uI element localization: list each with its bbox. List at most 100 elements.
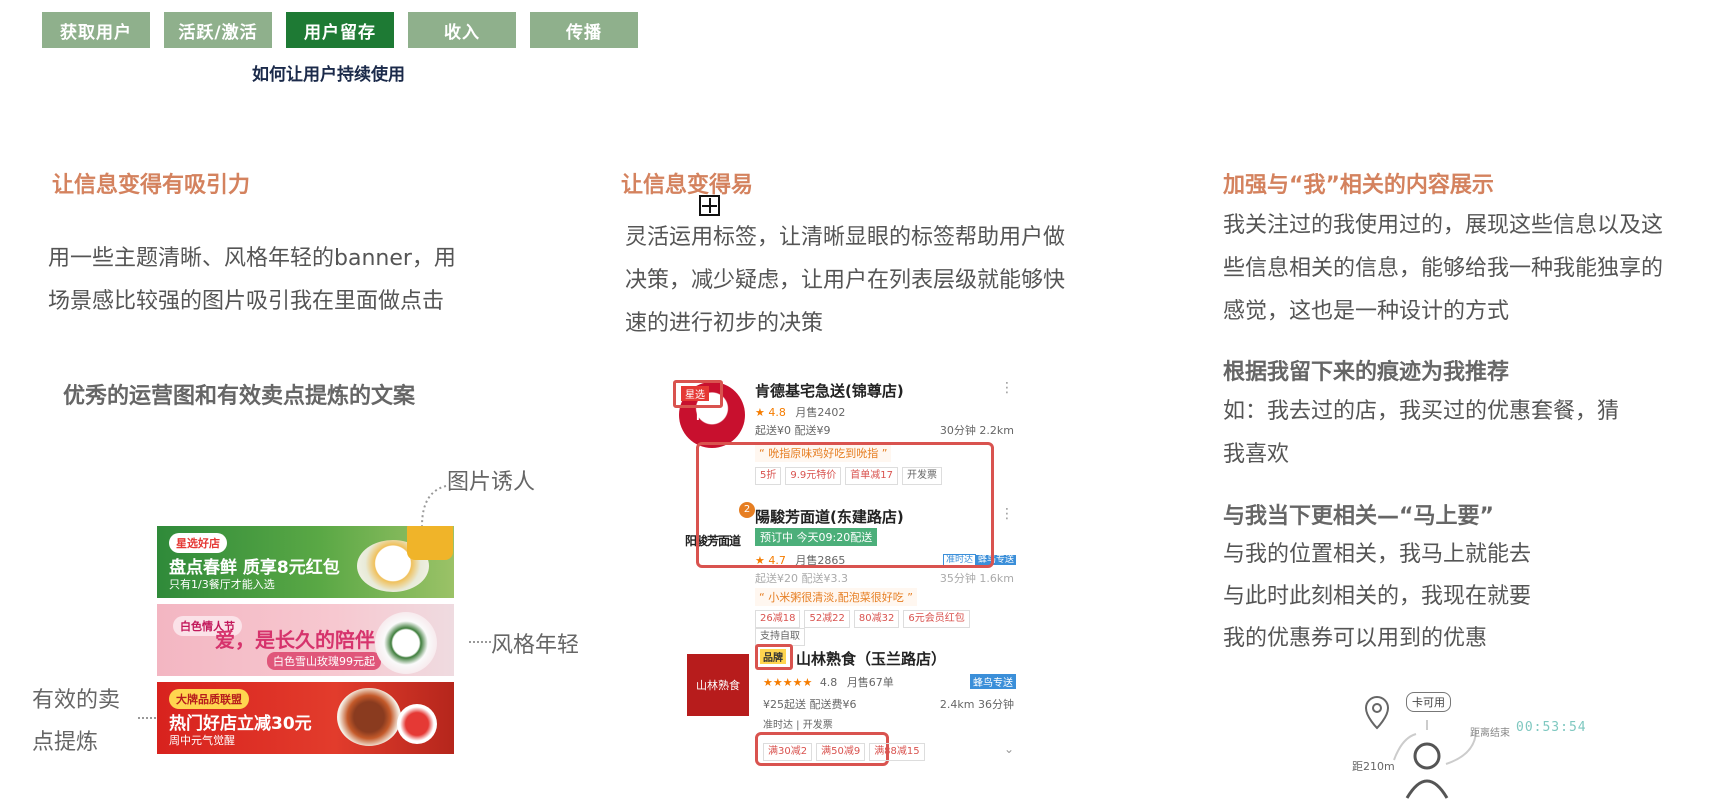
col1-paragraph: 用一些主题清晰、风格年轻的banner，用 场景感比较强的图片吸引我在里面做点击 (48, 237, 456, 323)
store-review-quote: “ 小米粥很清淡,配泡菜很好吃 ” (755, 588, 917, 606)
countdown-timer: 00:53:54 (1516, 720, 1587, 735)
col3-para-line: 我喜欢 (1223, 442, 1290, 467)
steak-image (337, 688, 401, 746)
store-list: KFC 星选 肯德基宅急送(锦尊店) ⋮ ★ 4.8 月售2402 起送¥0 配… (673, 372, 1020, 782)
tab-referral[interactable]: 传播 (530, 12, 638, 48)
promo-tag: 52减22 (804, 610, 850, 628)
highlight-box: 星选 (673, 380, 723, 408)
promo-tag: 满30减2 (763, 743, 813, 761)
store-logo-text: KFC (696, 412, 718, 423)
relevance-illustration: 卡可用 距210m 距离结束 00:53:54 (1350, 690, 1650, 800)
col3-paragraph-3: 与我的位置相关，我马上就能去 与此时此刻相关的，我现在就要 我的优惠券可以用到的… (1223, 534, 1531, 660)
more-icon[interactable]: ⋮ (1000, 506, 1014, 522)
banner-title: 热门好店立减30元 (169, 714, 312, 734)
tab-activation[interactable]: 活跃/激活 (164, 12, 272, 48)
tab-revenue[interactable]: 收入 (408, 12, 516, 48)
person-body-icon (1405, 779, 1449, 799)
more-icon[interactable]: ⋮ (1000, 380, 1014, 396)
flower-image (375, 612, 437, 674)
banner-hot-stores[interactable]: 大牌品质联盟 热门好店立减30元 周中元气觉醒 (157, 682, 454, 754)
store-monthly-sales: 月售67单 (846, 676, 894, 689)
store-time-distance: 30分钟 2.2km (939, 424, 1014, 437)
label-image-appeal: 图片诱人 (447, 470, 536, 495)
store-time-distance: 2.4km 36分钟 (939, 698, 1014, 711)
store-extra-tags: 准时达 | 开发票 (763, 720, 833, 731)
store-monthly-sales: 月售2402 (795, 406, 846, 419)
tab-subtitle: 如何让用户持续使用 (252, 65, 405, 85)
store-promo-tags: 26减18 52减22 80减32 6元会员红包支持自取 (755, 610, 1020, 646)
highlight-box: 品牌 (755, 644, 793, 670)
person-head-icon (1413, 742, 1441, 770)
label-selling-line: 有效的卖 (32, 688, 121, 713)
delivery-tag: 蜂鸟专送 (970, 674, 1016, 689)
store-badge: 星选 (681, 386, 709, 401)
col2-paragraph: 灵活运用标签，让清晰显眼的标签帮助用户做 决策，减少疑虑，让用户在列表层级就能够… (625, 216, 1065, 345)
store-rating-row: ★★★★★ 4.8 月售67单 (763, 674, 894, 690)
leader-line-image (421, 485, 447, 527)
col3-para-line: 我的优惠券可以用到的优惠 (1223, 626, 1488, 651)
col1-para-line: 用一些主题清晰、风格年轻的banner，用 (48, 246, 456, 271)
star-rating-icon: ★★★★★ (763, 676, 813, 689)
leader-line-selling (138, 717, 156, 719)
banner-subtitle: 周中元气觉醒 (169, 734, 235, 747)
label-selling-point: 有效的卖 点提炼 (32, 680, 120, 764)
funnel-tabs: 获取用户 活跃/激活 用户留存 收入 传播 (42, 12, 638, 48)
leader-line-style (469, 641, 491, 643)
tab-acquisition[interactable]: 获取用户 (42, 12, 150, 48)
col3-para-line: 与此时此刻相关的，我现在就要 (1223, 584, 1532, 609)
store-name: 肯德基宅急送(锦尊店) (755, 382, 904, 400)
col3-para-line: 感觉，这也是一种设计的方式 (1223, 299, 1510, 324)
store-item-shanlin[interactable]: 山林熟食 品牌 山林熟食（玉兰路店） ★★★★★ 4.8 月售67单 蜂鸟专送 … (675, 642, 1020, 772)
col3-subheading-1: 根据我留下来的痕迹为我推荐 (1223, 360, 1510, 385)
card-available-badge: 卡可用 (1406, 692, 1451, 712)
promo-tag: 6元会员红包 (903, 610, 970, 628)
promo-tag: 满50减9 (816, 743, 866, 761)
food-image (407, 526, 453, 560)
col3-paragraph-1: 我关注过的我使用过的，展现这些信息以及这 些信息相关的信息，能够给我一种我能独享… (1223, 204, 1663, 333)
store-time-distance: 35分钟 1.6km (939, 572, 1014, 585)
dessert-image (397, 704, 437, 744)
col1-heading: 让信息变得有吸引力 (52, 173, 251, 198)
banner-valentine[interactable]: 白色情人节 爱，是长久的陪伴 白色雪山玫瑰99元起 (157, 604, 454, 676)
tab-retention[interactable]: 用户留存 (286, 12, 394, 48)
col3-para-line: 如：我去过的店，我买过的优惠套餐，猜 (1223, 399, 1620, 424)
illustration-lines (1364, 696, 1477, 799)
store-promo-tags: 满30减2 满50减9 满88减15 (763, 743, 929, 761)
banner-subtitle: 白色雪山玫瑰99元起 (267, 652, 381, 670)
countdown-label: 距离结束 (1470, 728, 1510, 739)
col3-paragraph-2: 如：我去过的店，我买过的优惠套餐，猜 我喜欢 (1223, 390, 1619, 476)
store-min-order: 起送¥0 配送¥9 (755, 424, 831, 437)
col3-heading: 加强与“我”相关的内容展示 (1223, 173, 1494, 198)
col2-para-line: 速的进行初步的决策 (625, 311, 824, 336)
banner-badge: 星选好店 (169, 533, 227, 553)
promo-tag: 满88减15 (869, 743, 925, 761)
banner-spring-fresh[interactable]: 星选好店 盘点春鲜 质享8元红包 只有1/3餐厅才能入选 (157, 526, 454, 598)
banner-subtitle: 只有1/3餐厅才能入选 (169, 578, 275, 591)
col3-para-line: 些信息相关的信息，能够给我一种我能独享的 (1223, 256, 1664, 281)
banner-badge: 大牌品质联盟 (169, 689, 249, 709)
banner-title: 盘点春鲜 质享8元红包 (169, 558, 340, 578)
highlight-box (696, 442, 994, 568)
star-icon: ★ (755, 406, 765, 419)
crosshair-cursor-icon (699, 195, 720, 216)
col3-para-line: 我关注过的我使用过的，展现这些信息以及这 (1223, 213, 1664, 238)
col1-subheading: 优秀的运营图和有效卖点提炼的文案 (63, 384, 416, 409)
store-rating-row: ★ 4.8 月售2402 (755, 404, 845, 420)
store-name: 山林熟食（玉兰路店） (796, 650, 947, 668)
col2-para-line: 灵活运用标签，让清晰显眼的标签帮助用户做 (625, 225, 1066, 250)
location-pin-dot (1372, 703, 1382, 713)
store-min-order: 起送¥20 配送¥3.3 (755, 572, 848, 585)
col2-heading: 让信息变得易 (621, 173, 754, 198)
store-brand-badge: 品牌 (760, 649, 786, 664)
store-rating: 4.8 (819, 676, 838, 689)
col2-para-line: 决策，减少疑虑，让用户在列表层级就能够快 (625, 268, 1066, 293)
store-min-order: ¥25起送 配送费¥6 (763, 698, 857, 711)
label-young-style: 风格年轻 (491, 633, 580, 658)
store-rating: 4.8 (768, 406, 786, 419)
col3-para-line: 与我的位置相关，我马上就能去 (1223, 542, 1532, 567)
col1-para-line: 场景感比较强的图片吸引我在里面做点击 (48, 289, 445, 314)
promo-tag: 26减18 (755, 610, 801, 628)
store-logo: 山林熟食 (687, 654, 749, 716)
label-selling-line: 点提炼 (32, 730, 99, 755)
chevron-down-icon[interactable]: ⌄ (1004, 742, 1014, 756)
